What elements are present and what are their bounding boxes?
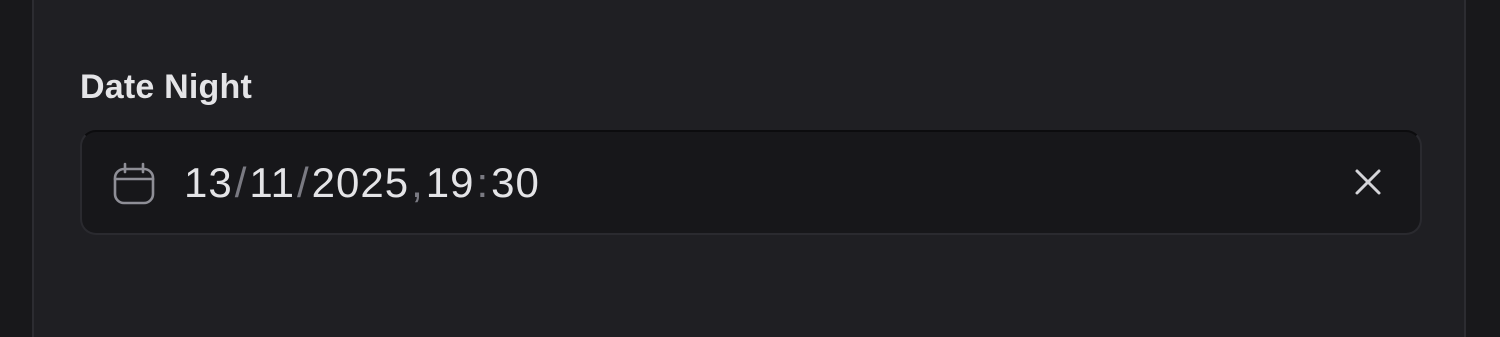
date-separator: / — [297, 158, 310, 206]
day-segment[interactable]: 13 — [184, 159, 233, 207]
date-night-input[interactable]: 13 / 11 / 2025 , 19 : 30 — [80, 130, 1422, 235]
datetime-value: 13 / 11 / 2025 , 19 : 30 — [184, 132, 540, 233]
clear-button[interactable] — [1350, 164, 1386, 200]
month-segment[interactable]: 11 — [249, 159, 295, 207]
date-night-label: Date Night — [80, 68, 252, 106]
year-segment[interactable]: 2025 — [312, 159, 409, 207]
time-separator: : — [476, 158, 490, 206]
close-icon — [1355, 169, 1381, 195]
calendar-icon[interactable] — [112, 162, 156, 206]
form-panel: Date Night 13 / 11 / 2025 , 19 : 30 — [32, 0, 1466, 337]
minute-segment[interactable]: 30 — [491, 159, 540, 207]
datetime-separator: , — [411, 158, 424, 206]
date-separator: / — [234, 158, 248, 206]
hour-segment[interactable]: 19 — [426, 159, 475, 207]
